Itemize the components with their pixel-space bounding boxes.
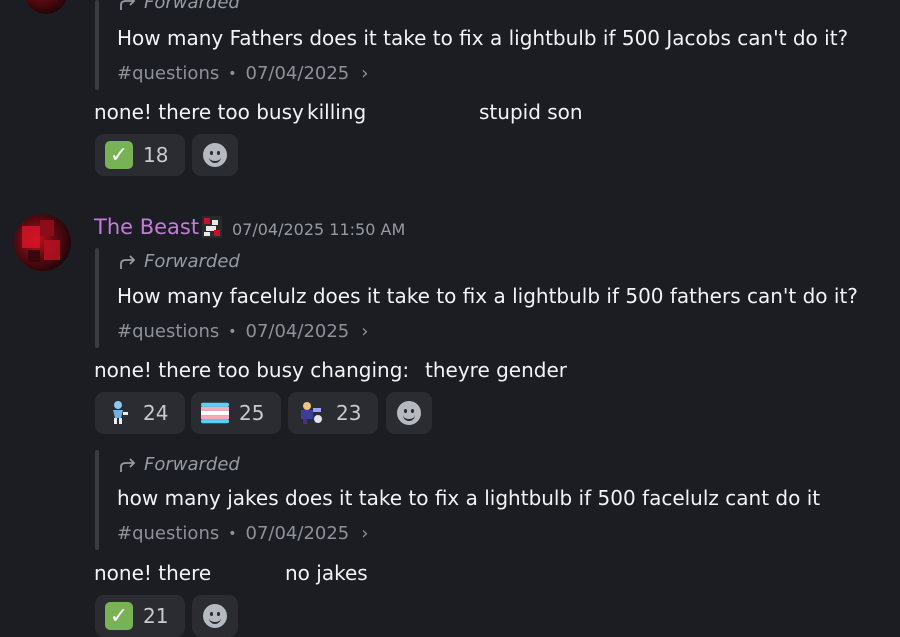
chevron-right-icon[interactable]: ›	[361, 523, 368, 544]
separator-dot: •	[228, 65, 237, 82]
message-text-part: none! there too busy	[94, 100, 304, 124]
forward-quote-bar	[95, 248, 99, 348]
separator-dot: •	[228, 323, 237, 340]
channel-link[interactable]: #questions	[117, 523, 219, 544]
forward-quote-bar	[95, 450, 99, 550]
check-mark-icon: ✓	[105, 602, 133, 630]
forwarded-text: Forwarded	[144, 454, 240, 475]
reaction-count: 18	[143, 143, 169, 167]
smiley-icon	[397, 401, 421, 425]
user-badge-icon[interactable]	[200, 214, 224, 240]
avatar-image	[22, 220, 60, 262]
message-text: none! there too busy killing stupid son	[94, 100, 583, 124]
message-text-part: killing	[307, 100, 367, 124]
smiley-icon	[203, 143, 227, 167]
reaction-count: 25	[239, 401, 265, 425]
chevron-right-icon[interactable]: ›	[361, 63, 368, 84]
username[interactable]: The Beast	[94, 215, 199, 239]
forwarded-message-meta[interactable]: #questions • 07/04/2025 ›	[117, 321, 368, 342]
reaction-count: 23	[336, 401, 362, 425]
channel-link[interactable]: #questions	[117, 63, 219, 84]
forward-quote-bar	[95, 0, 99, 90]
forwarded-message-meta[interactable]: #questions • 07/04/2025 ›	[117, 63, 368, 84]
forwarded-date: 07/04/2025	[245, 63, 350, 84]
forwarded-message-text: How many Fathers does it take to fix a l…	[117, 26, 849, 50]
user-avatar-partial[interactable]	[22, 0, 70, 14]
add-reaction-button[interactable]	[192, 595, 238, 637]
message-text: none! there too busy changing: theyre ge…	[94, 358, 567, 382]
forwarded-text: Forwarded	[144, 251, 240, 272]
message-text: none! there no jakes	[94, 561, 368, 585]
message-text-part: stupid son	[479, 100, 583, 124]
separator-dot: •	[228, 525, 237, 542]
check-mark-icon: ✓	[105, 141, 133, 169]
message-text-part: none! there too busy changing:	[94, 358, 410, 382]
chevron-right-icon[interactable]: ›	[361, 321, 368, 342]
smiley-icon	[203, 604, 227, 628]
figure-emoji-icon	[105, 399, 133, 427]
reaction-button[interactable]: 25	[191, 392, 281, 434]
forwarded-label: Forwarded	[118, 0, 240, 13]
forward-arrow-icon	[120, 457, 136, 472]
reaction-button[interactable]: ✓ 18	[95, 134, 185, 176]
add-reaction-button[interactable]	[192, 134, 238, 176]
user-avatar[interactable]	[14, 214, 71, 271]
message-timestamp[interactable]: 07/04/2025 11:50 AM	[232, 220, 405, 239]
forwarded-message-text: How many facelulz does it take to fix a …	[117, 284, 858, 308]
reaction-button[interactable]: 24	[95, 392, 185, 434]
reaction-count: 24	[143, 401, 169, 425]
forwarded-text: Forwarded	[144, 0, 240, 13]
character-emoji-icon	[298, 399, 326, 427]
message-text-part: no jakes	[285, 561, 368, 585]
channel-link[interactable]: #questions	[117, 321, 219, 342]
forward-arrow-icon	[120, 254, 136, 269]
forwarded-label: Forwarded	[118, 454, 240, 475]
reaction-button[interactable]: 23	[288, 392, 378, 434]
forwarded-label: Forwarded	[118, 251, 240, 272]
forwarded-date: 07/04/2025	[245, 321, 350, 342]
forwarded-message-meta[interactable]: #questions • 07/04/2025 ›	[117, 523, 368, 544]
add-reaction-button[interactable]	[386, 392, 432, 434]
forwarded-date: 07/04/2025	[245, 523, 350, 544]
message-text-part: theyre gender	[425, 358, 568, 382]
forwarded-message-text: how many jakes does it take to fix a lig…	[117, 486, 821, 510]
trans-flag-icon	[201, 399, 229, 427]
forward-arrow-icon	[120, 0, 136, 10]
reaction-count: 21	[143, 604, 169, 628]
message-text-part: none! there	[94, 561, 212, 585]
reaction-button[interactable]: ✓ 21	[95, 595, 185, 637]
